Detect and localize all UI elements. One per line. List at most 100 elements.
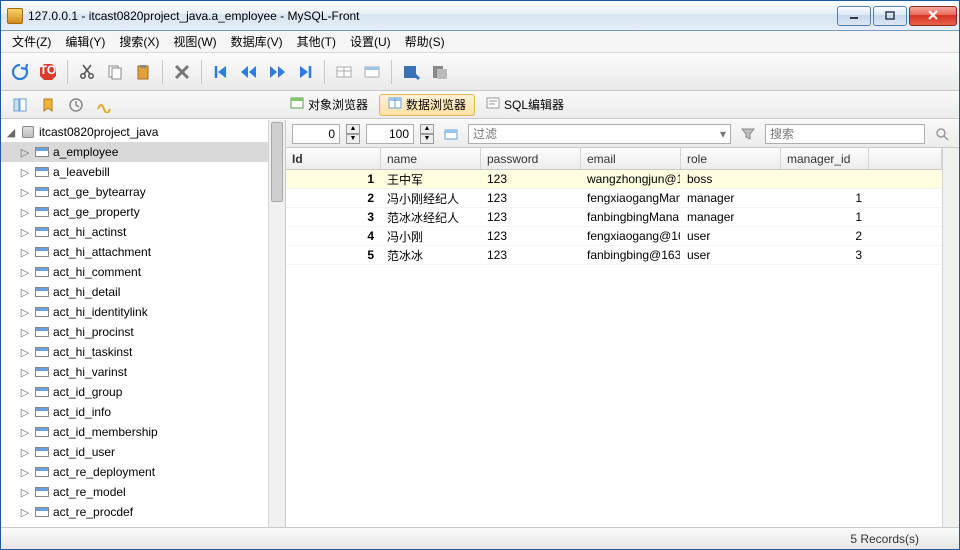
maximize-button[interactable] [873, 6, 907, 26]
cell-manager-id[interactable] [781, 170, 869, 188]
limit-input[interactable] [366, 124, 414, 144]
cell-name[interactable]: 王中军 [381, 170, 481, 188]
table-row[interactable]: 4冯小刚123fengxiaogang@16user2 [286, 227, 942, 246]
grid-scrollbar[interactable] [942, 148, 959, 527]
tree-item[interactable]: ▷act_hi_procinst [1, 322, 268, 342]
filter-funnel-button[interactable] [737, 124, 759, 144]
col-email[interactable]: email [581, 148, 681, 169]
data-grid[interactable]: Id name password email role manager_id 1… [286, 148, 942, 527]
tree-item[interactable]: ▷act_id_group [1, 382, 268, 402]
cell-password[interactable]: 123 [481, 227, 581, 245]
col-manager-id[interactable]: manager_id [781, 148, 869, 169]
table-row[interactable]: 3范冰冰经纪人123fanbingbingManamanager1 [286, 208, 942, 227]
close-button[interactable] [909, 6, 957, 26]
tree-item[interactable]: ▷act_hi_detail [1, 282, 268, 302]
menu-other[interactable]: 其他(T) [290, 32, 343, 51]
cell-id[interactable]: 3 [286, 208, 381, 226]
tree-item[interactable]: ▷act_id_membership [1, 422, 268, 442]
col-password[interactable]: password [481, 148, 581, 169]
menu-database[interactable]: 数据库(V) [224, 32, 290, 51]
stop-button[interactable]: STOP [35, 59, 61, 85]
cell-password[interactable]: 123 [481, 189, 581, 207]
copy-button[interactable] [102, 59, 128, 85]
cell-role[interactable]: user [681, 246, 781, 264]
tree-item[interactable]: ▷act_hi_attachment [1, 242, 268, 262]
refresh-button[interactable] [7, 59, 33, 85]
object-tree[interactable]: ◢itcast0820project_java▷a_employee▷a_lea… [1, 120, 268, 527]
bookmarks-button[interactable] [35, 92, 61, 118]
tree-item[interactable]: ▷act_hi_identitylink [1, 302, 268, 322]
menu-settings[interactable]: 设置(U) [343, 32, 398, 51]
minimize-button[interactable] [837, 6, 871, 26]
cell-name[interactable]: 冯小刚 [381, 227, 481, 245]
filter-dropdown[interactable]: 过滤 ▾ [468, 124, 731, 144]
tree-item[interactable]: ▷act_id_user [1, 442, 268, 462]
tree-item[interactable]: ▷act_hi_varinst [1, 362, 268, 382]
cell-id[interactable]: 5 [286, 246, 381, 264]
execute-button[interactable] [398, 59, 424, 85]
cell-manager-id[interactable]: 3 [781, 246, 869, 264]
cell-email[interactable]: fanbingbing@163 [581, 246, 681, 264]
paste-button[interactable] [130, 59, 156, 85]
tree-root[interactable]: ◢itcast0820project_java [1, 122, 268, 142]
cell-manager-id[interactable]: 1 [781, 189, 869, 207]
cell-email[interactable]: fanbingbingMana [581, 208, 681, 226]
cell-name[interactable]: 冯小刚经纪人 [381, 189, 481, 207]
tree-item[interactable]: ▷act_ge_bytearray [1, 182, 268, 202]
history-button[interactable] [63, 92, 89, 118]
col-name[interactable]: name [381, 148, 481, 169]
tree-item[interactable]: ▷act_ge_property [1, 202, 268, 222]
cell-password[interactable]: 123 [481, 208, 581, 226]
cell-email[interactable]: wangzhongjun@1 [581, 170, 681, 188]
table-row[interactable]: 2冯小刚经纪人123fengxiaogangManmanager1 [286, 189, 942, 208]
menu-help[interactable]: 帮助(S) [398, 32, 452, 51]
tree-scrollbar[interactable] [268, 120, 285, 527]
offset-spinner[interactable]: ▲▼ [346, 124, 360, 144]
search-input[interactable]: 搜索 [765, 124, 925, 144]
tree-item[interactable]: ▷a_employee [1, 142, 268, 162]
offset-input[interactable] [292, 124, 340, 144]
cell-name[interactable]: 范冰冰 [381, 246, 481, 264]
cell-id[interactable]: 2 [286, 189, 381, 207]
cell-role[interactable]: manager [681, 208, 781, 226]
search-button[interactable] [931, 124, 953, 144]
sql-history-button[interactable] [91, 92, 117, 118]
menu-edit[interactable]: 编辑(Y) [58, 32, 112, 51]
limit-spinner[interactable]: ▲▼ [420, 124, 434, 144]
col-id[interactable]: Id [286, 148, 381, 169]
cell-email[interactable]: fengxiaogangMan [581, 189, 681, 207]
cell-password[interactable]: 123 [481, 246, 581, 264]
cell-role[interactable]: manager [681, 189, 781, 207]
cell-email[interactable]: fengxiaogang@16 [581, 227, 681, 245]
menu-file[interactable]: 文件(Z) [5, 32, 58, 51]
tab-object-browser[interactable]: 对象浏览器 [281, 94, 377, 116]
tree-item[interactable]: ▷act_re_deployment [1, 462, 268, 482]
tree-item[interactable]: ▷act_hi_actinst [1, 222, 268, 242]
cell-id[interactable]: 1 [286, 170, 381, 188]
cut-button[interactable] [74, 59, 100, 85]
tree-item[interactable]: ▷act_re_procdef [1, 502, 268, 522]
next-button[interactable] [264, 59, 290, 85]
menu-view[interactable]: 视图(W) [166, 32, 223, 51]
scrollbar-thumb[interactable] [271, 122, 283, 202]
export-button[interactable] [426, 59, 452, 85]
first-button[interactable] [208, 59, 234, 85]
tab-sql-editor[interactable]: SQL编辑器 [477, 94, 573, 116]
edit-table-button[interactable] [359, 59, 385, 85]
tab-data-browser[interactable]: 数据浏览器 [379, 94, 475, 116]
cell-manager-id[interactable]: 2 [781, 227, 869, 245]
tree-item[interactable]: ▷act_id_info [1, 402, 268, 422]
cell-name[interactable]: 范冰冰经纪人 [381, 208, 481, 226]
prev-button[interactable] [236, 59, 262, 85]
last-button[interactable] [292, 59, 318, 85]
cell-id[interactable]: 4 [286, 227, 381, 245]
apply-button[interactable] [440, 124, 462, 144]
table-row[interactable]: 5范冰冰123fanbingbing@163user3 [286, 246, 942, 265]
tree-item[interactable]: ▷a_leavebill [1, 162, 268, 182]
cell-role[interactable]: boss [681, 170, 781, 188]
tree-item[interactable]: ▷act_re_model [1, 482, 268, 502]
new-table-button[interactable] [331, 59, 357, 85]
cell-role[interactable]: user [681, 227, 781, 245]
col-role[interactable]: role [681, 148, 781, 169]
delete-button[interactable] [169, 59, 195, 85]
